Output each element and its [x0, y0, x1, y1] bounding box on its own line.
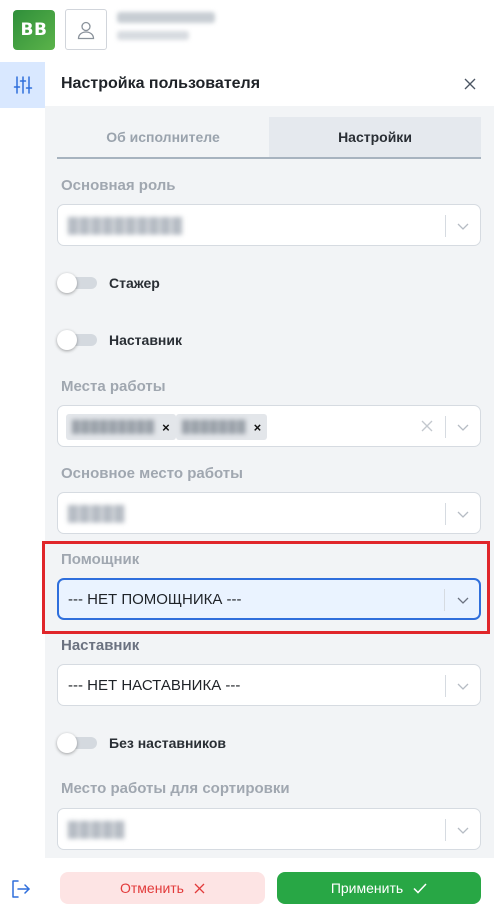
cancel-button-label: Отменить: [120, 880, 184, 896]
panel-tabs: Об исполнителе Настройки: [57, 117, 481, 159]
main-role-value-redacted: ▉▉▉▉▉▉▉▉▉▉: [68, 218, 184, 235]
mentor-toggle-label: Наставник: [109, 332, 183, 348]
app-header: BB: [0, 0, 494, 62]
intern-toggle[interactable]: [57, 273, 97, 293]
apply-button[interactable]: Применить: [277, 872, 481, 904]
select-separator: [445, 819, 446, 841]
clear-icon[interactable]: [420, 419, 434, 433]
mentor-select[interactable]: --- НЕТ НАСТАВНИКА ---: [57, 664, 481, 706]
intern-toggle-row: Стажер: [57, 273, 160, 293]
sort-workplace-label: Место работы для сортировки: [61, 780, 290, 797]
highlight-box: [42, 541, 490, 634]
user-icon: [77, 21, 95, 39]
chevron-down-icon[interactable]: [456, 420, 470, 434]
select-separator: [445, 675, 446, 697]
sort-workplace-select[interactable]: ▉▉▉▉▉: [57, 808, 481, 850]
user-avatar[interactable]: [65, 9, 107, 50]
panel-header: Настройка пользователя: [45, 62, 494, 106]
main-workplace-select[interactable]: ▉▉▉▉▉: [57, 492, 481, 534]
close-icon: [194, 883, 205, 894]
mentor-toggle-row: Наставник: [57, 330, 182, 350]
settings-rail-button[interactable]: [0, 62, 45, 108]
tab-settings[interactable]: Настройки: [269, 117, 481, 157]
chevron-down-icon[interactable]: [456, 507, 470, 521]
main-role-select[interactable]: ▉▉▉▉▉▉▉▉▉▉: [57, 204, 481, 246]
select-separator: [445, 215, 446, 237]
logout-button[interactable]: [10, 878, 32, 900]
mentor-label: Наставник: [61, 637, 140, 654]
app-logo[interactable]: BB: [13, 10, 55, 50]
main-workplace-value-redacted: ▉▉▉▉▉: [68, 506, 126, 523]
mentor-toggle[interactable]: [57, 330, 97, 350]
user-name-redacted: [117, 12, 215, 23]
user-id-redacted: [117, 31, 189, 40]
main-workplace-label: Основное место работы: [61, 465, 243, 482]
workplace-chip-text-redacted: ▉▉▉▉▉▉▉▉▉: [72, 420, 156, 434]
sort-workplace-value-redacted: ▉▉▉▉▉: [68, 822, 126, 839]
workplace-chip: ▉▉▉▉▉▉▉▉▉ ×: [66, 414, 176, 440]
workplace-chip-text-redacted: ▉▉▉▉▉▉▉: [182, 420, 247, 434]
panel-title: Настройка пользователя: [61, 75, 261, 92]
workplaces-label: Места работы: [61, 378, 166, 395]
sliders-icon: [13, 76, 32, 94]
no-mentors-toggle-row: Без наставников: [57, 733, 226, 753]
apply-button-label: Применить: [330, 880, 404, 896]
close-icon: [464, 78, 476, 90]
user-settings-panel: Настройка пользователя Об исполнителе На…: [45, 62, 494, 858]
workplaces-multiselect[interactable]: ▉▉▉▉▉▉▉▉▉ × ▉▉▉▉▉▉▉ ×: [57, 405, 481, 447]
chevron-down-icon[interactable]: [456, 219, 470, 233]
check-icon: [413, 882, 427, 894]
main-role-label: Основная роль: [61, 177, 176, 194]
intern-label: Стажер: [109, 275, 160, 291]
chip-remove-icon[interactable]: ×: [254, 420, 262, 435]
chip-remove-icon[interactable]: ×: [162, 420, 170, 435]
no-mentors-toggle[interactable]: [57, 733, 97, 753]
logout-icon: [12, 880, 30, 898]
chevron-down-icon[interactable]: [456, 823, 470, 837]
no-mentors-label: Без наставников: [109, 735, 227, 751]
workplace-chip: ▉▉▉▉▉▉▉ ×: [176, 414, 268, 440]
select-separator: [445, 416, 446, 438]
tab-about-executor[interactable]: Об исполнителе: [57, 117, 269, 157]
chevron-down-icon[interactable]: [456, 679, 470, 693]
cancel-button[interactable]: Отменить: [60, 872, 265, 904]
select-separator: [445, 503, 446, 525]
mentor-value: --- НЕТ НАСТАВНИКА ---: [68, 677, 241, 694]
panel-close-button[interactable]: [460, 74, 480, 94]
